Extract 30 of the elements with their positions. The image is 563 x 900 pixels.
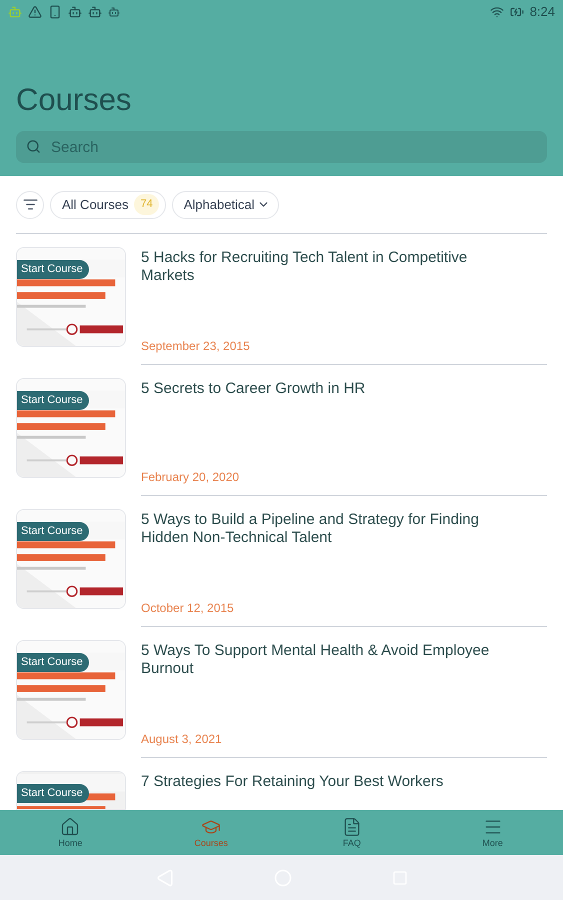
warning-icon	[28, 5, 42, 19]
start-course-badge[interactable]: Start Course	[17, 784, 89, 803]
start-course-badge[interactable]: Start Course	[17, 522, 89, 541]
filter-button[interactable]	[16, 190, 44, 218]
course-date: September 23, 2015	[141, 338, 251, 355]
phone-icon	[48, 5, 62, 19]
start-course-badge[interactable]: Start Course	[17, 653, 89, 672]
search-icon	[26, 139, 41, 154]
filter-icon	[22, 197, 38, 212]
course-date: February 20, 2020	[141, 469, 240, 486]
nav-tab[interactable]: FAQ	[282, 810, 422, 855]
search-field[interactable]: Search	[16, 131, 547, 163]
nav-tab[interactable]: Home	[0, 810, 141, 855]
nav-tab[interactable]: More	[422, 810, 563, 855]
course-title[interactable]: 5 Ways To Support Mental Health & Avoid Employee Burnout	[141, 640, 547, 678]
page-title: Courses	[16, 84, 132, 115]
course-title[interactable]: 5 Hacks for Recruiting Tech Talent in Competitive Markets	[141, 247, 547, 285]
course-date: August 3, 2021	[141, 731, 223, 748]
course-date: October 12, 2015	[141, 600, 235, 617]
course-title[interactable]: 5 Secrets to Career Growth in HR	[141, 378, 547, 398]
sort-dropdown[interactable]: Alphabetical	[172, 190, 279, 218]
all-courses-chip[interactable]: All Courses 74	[50, 190, 166, 218]
course-title[interactable]: 7 Strategies For Retaining Your Best Workers	[141, 771, 547, 791]
course-title[interactable]: 5 Ways to Build a Pipeline and Strategy for Finding Hidden Non-Technical Talent	[141, 509, 547, 547]
clock-time: 8:24	[530, 3, 555, 22]
start-course-badge[interactable]: Start Course	[17, 391, 89, 410]
start-course-badge[interactable]: Start Course	[17, 260, 89, 279]
wifi-icon	[490, 5, 504, 19]
battery-icon	[510, 5, 524, 19]
course-count: 74	[134, 194, 159, 215]
